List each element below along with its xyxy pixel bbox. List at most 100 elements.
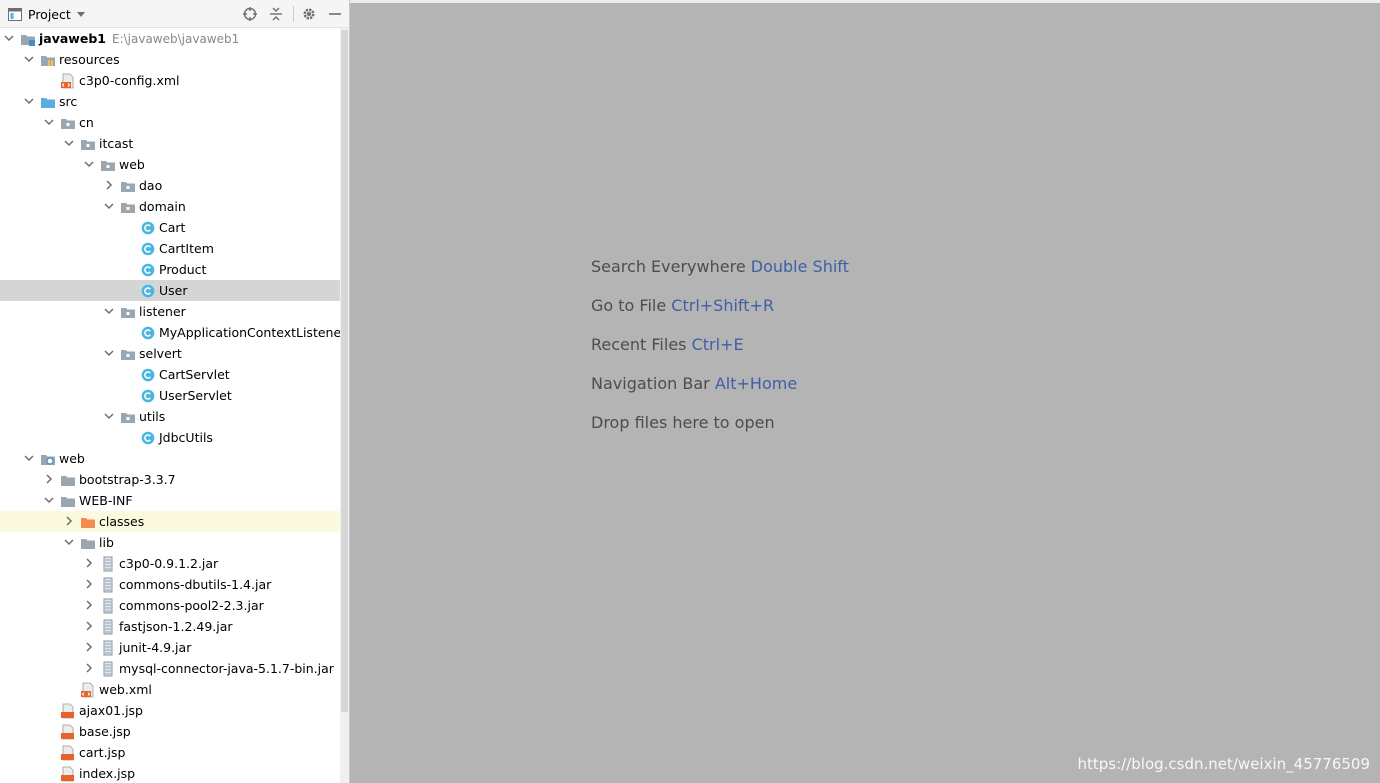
xml-file-icon	[81, 682, 94, 698]
folder-icon	[61, 497, 75, 507]
tree-row[interactable]: CartServlet	[0, 364, 349, 385]
package-icon	[81, 140, 95, 150]
chevron-down-icon[interactable]	[24, 96, 34, 106]
tree-item-name: bootstrap-3.3.7	[79, 472, 176, 487]
tree-item-name: index.jsp	[79, 766, 136, 781]
panel-splitter[interactable]	[349, 0, 350, 783]
hint-drop-files: Drop files here to open	[591, 412, 849, 451]
tree-row[interactable]: MyApplicationContextListener	[0, 322, 349, 343]
tree-row[interactable]: CartItem	[0, 238, 349, 259]
tree-item-name: domain	[139, 199, 186, 214]
hint-shortcut: Double Shift	[750, 257, 849, 276]
gear-icon[interactable]	[301, 6, 317, 22]
watermark-text: https://blog.csdn.net/weixin_45776509	[1077, 755, 1370, 773]
tree-row[interactable]: JdbcUtils	[0, 427, 349, 448]
tree-item-name: Cart	[159, 220, 186, 235]
tree-item-name: cn	[79, 115, 94, 130]
tree-row[interactable]: mysql-connector-java-5.1.7-bin.jar	[0, 658, 349, 679]
jar-icon	[103, 577, 113, 593]
tree-item-label: listener	[139, 303, 186, 320]
tree-item-label: ajax01.jsp	[79, 702, 143, 719]
tree-row[interactable]: javaweb1 E:\javaweb\javaweb1	[0, 28, 349, 49]
chevron-down-icon[interactable]	[64, 138, 74, 148]
tree-row[interactable]: src	[0, 91, 349, 112]
tree-row[interactable]: cn	[0, 112, 349, 133]
tree-row[interactable]: itcast	[0, 133, 349, 154]
chevron-down-icon[interactable]	[4, 33, 14, 43]
module-folder-icon	[21, 35, 35, 46]
tree-row[interactable]: classes	[0, 511, 349, 532]
tree-row[interactable]: index.jsp	[0, 763, 349, 783]
tree-row[interactable]: commons-pool2-2.3.jar	[0, 595, 349, 616]
chevron-down-icon[interactable]	[104, 306, 114, 316]
tree-row[interactable]: resources	[0, 49, 349, 70]
chevron-right-icon[interactable]	[64, 516, 74, 526]
tree-item-label: CartServlet	[159, 366, 230, 383]
tree-row[interactable]: UserServlet	[0, 385, 349, 406]
tree-row[interactable]: bootstrap-3.3.7	[0, 469, 349, 490]
tree-row[interactable]: Cart	[0, 217, 349, 238]
tree-row[interactable]: WEB-INF	[0, 490, 349, 511]
tree-row[interactable]: junit-4.9.jar	[0, 637, 349, 658]
java-class-icon	[141, 389, 155, 403]
chevron-right-icon[interactable]	[84, 621, 94, 631]
hint-shortcut: Alt+Home	[714, 374, 798, 393]
chevron-down-icon[interactable]	[24, 453, 34, 463]
chevron-down-icon[interactable]	[104, 348, 114, 358]
hint-search-everywhere: Search Everywhere Double Shift	[591, 256, 849, 295]
tree-row[interactable]: Product	[0, 259, 349, 280]
tree-row[interactable]: dao	[0, 175, 349, 196]
tree-row[interactable]: User	[0, 280, 349, 301]
chevron-down-icon[interactable]	[24, 54, 34, 64]
tree-row[interactable]: web	[0, 154, 349, 175]
project-tool-window: Project javaweb1 E:\javaweb\javaweb1 resou…	[0, 0, 349, 783]
tree-item-label: c3p0-0.9.1.2.jar	[119, 555, 218, 572]
tree-row[interactable]: base.jsp	[0, 721, 349, 742]
collapse-all-icon[interactable]	[268, 6, 284, 22]
tree-row[interactable]: c3p0-config.xml	[0, 70, 349, 91]
tree-item-label: Product	[159, 261, 206, 278]
tree-row[interactable]: fastjson-1.2.49.jar	[0, 616, 349, 637]
package-icon	[121, 308, 135, 318]
tree-row[interactable]: listener	[0, 301, 349, 322]
tree-row[interactable]: web.xml	[0, 679, 349, 700]
chevron-right-icon[interactable]	[84, 579, 94, 589]
tree-row[interactable]: commons-dbutils-1.4.jar	[0, 574, 349, 595]
chevron-down-icon[interactable]	[44, 495, 54, 505]
tree-row[interactable]: c3p0-0.9.1.2.jar	[0, 553, 349, 574]
chevron-down-icon[interactable]	[104, 201, 114, 211]
project-toolbar: Project	[0, 0, 349, 28]
tree-row[interactable]: selvert	[0, 343, 349, 364]
chevron-right-icon[interactable]	[44, 474, 54, 484]
hint-go-to-file: Go to File Ctrl+Shift+R	[591, 295, 849, 334]
tree-item-name: base.jsp	[79, 724, 131, 739]
chevron-right-icon[interactable]	[84, 558, 94, 568]
jsp-file-icon	[61, 745, 74, 761]
tree-scrollbar-thumb[interactable]	[341, 30, 348, 712]
tree-row[interactable]: ajax01.jsp	[0, 700, 349, 721]
tree-row[interactable]: utils	[0, 406, 349, 427]
chevron-down-icon[interactable]	[64, 537, 74, 547]
chevron-down-icon[interactable]	[44, 117, 54, 127]
editor-hints: Search Everywhere Double Shift Go to Fil…	[591, 256, 849, 451]
tree-item-label: CartItem	[159, 240, 214, 257]
chevron-down-icon[interactable]	[104, 411, 114, 421]
tree-item-name: web	[119, 157, 145, 172]
jar-icon	[103, 640, 113, 656]
tree-item-name: CartItem	[159, 241, 214, 256]
chevron-down-icon[interactable]	[84, 159, 94, 169]
project-view-title: Project	[28, 6, 71, 22]
locate-icon[interactable]	[242, 6, 258, 22]
chevron-right-icon[interactable]	[84, 663, 94, 673]
chevron-right-icon[interactable]	[84, 600, 94, 610]
minimize-icon[interactable]	[327, 6, 343, 22]
tree-item-label: index.jsp	[79, 765, 135, 782]
project-view-selector[interactable]: Project	[8, 6, 85, 22]
tree-row[interactable]: domain	[0, 196, 349, 217]
tree-row[interactable]: web	[0, 448, 349, 469]
tree-item-label: mysql-connector-java-5.1.7-bin.jar	[119, 660, 334, 677]
tree-row[interactable]: cart.jsp	[0, 742, 349, 763]
chevron-right-icon[interactable]	[84, 642, 94, 652]
chevron-right-icon[interactable]	[104, 180, 114, 190]
tree-row[interactable]: lib	[0, 532, 349, 553]
